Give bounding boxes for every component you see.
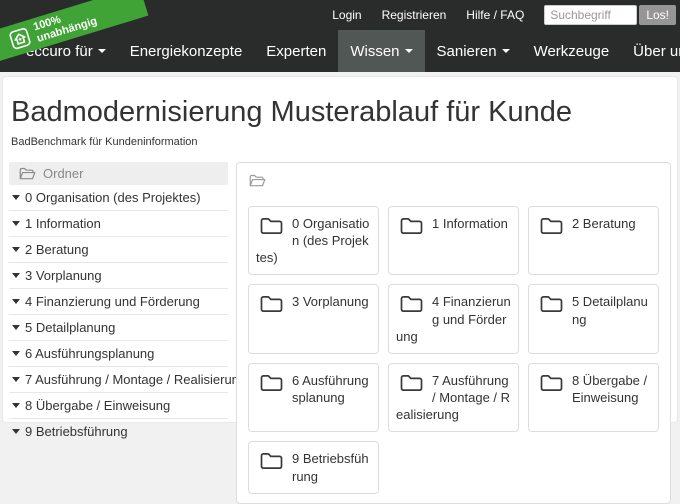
sidebar-header-label: Ordner bbox=[43, 166, 83, 181]
folder-tree-item[interactable]: 3 Vorplanung bbox=[9, 263, 228, 289]
caret-down-icon bbox=[12, 377, 20, 382]
main-navigation: eccuro für Energiekonzepte Experten Wiss… bbox=[0, 30, 680, 72]
search-submit-button[interactable]: Los! bbox=[639, 5, 676, 25]
nav-item-ueber-uns[interactable]: Über uns bbox=[621, 30, 680, 72]
search-input[interactable] bbox=[544, 5, 637, 25]
folder-tree-item[interactable]: 5 Detailplanung bbox=[9, 315, 228, 341]
folder-tiles: 0 Organisation (des Projektes) 1 Informa… bbox=[248, 206, 659, 494]
nav-label: Über uns bbox=[633, 43, 680, 60]
page-subtitle: BadBenchmark für Kundeninformation bbox=[11, 136, 671, 148]
folder-tree-item-label: 7 Ausführung / Montage / Realisierung bbox=[25, 372, 246, 387]
folder-tile-label: 8 Übergabe / Einweisung bbox=[572, 373, 647, 405]
content-area: Ordner 0 Organisation (des Projektes) 1 … bbox=[9, 162, 671, 504]
folder-tree-item[interactable]: 2 Beratung bbox=[9, 237, 228, 263]
nav-item-experten[interactable]: Experten bbox=[254, 30, 338, 72]
folder-tree-item-label: 8 Übergabe / Einweisung bbox=[25, 398, 170, 413]
folder-tile-label: 9 Betriebsführung bbox=[292, 451, 369, 483]
header: Login Registrieren Hilfe / FAQ Los! eccu… bbox=[0, 0, 680, 72]
folder-tile[interactable]: 2 Beratung bbox=[528, 206, 659, 275]
nav-item-werkzeuge[interactable]: Werkzeuge bbox=[522, 30, 622, 72]
nav-item-wissen[interactable]: Wissen bbox=[338, 30, 424, 72]
folder-tile[interactable]: 8 Übergabe / Einweisung bbox=[528, 363, 659, 432]
folder-tile-label: 1 Information bbox=[432, 216, 508, 231]
folder-tile[interactable]: 7 Ausführung / Montage / Realisierung bbox=[388, 363, 519, 432]
folder-tree-item[interactable]: 9 Betriebsführung bbox=[9, 419, 228, 444]
nav-label: Experten bbox=[266, 43, 326, 60]
folder-tree-item-label: 4 Finanzierung und Förderung bbox=[25, 294, 200, 309]
folder-tile[interactable]: 9 Betriebsführung bbox=[248, 441, 379, 493]
caret-down-icon bbox=[12, 247, 20, 252]
folder-tree-item-label: 3 Vorplanung bbox=[25, 268, 102, 283]
nav-label: Werkzeuge bbox=[534, 43, 610, 60]
folder-tree-item[interactable]: 4 Finanzierung und Förderung bbox=[9, 289, 228, 315]
folder-icon bbox=[539, 216, 564, 236]
folder-icon bbox=[259, 294, 284, 314]
page-card: Badmodernisierung Musterablauf für Kunde… bbox=[2, 76, 678, 423]
folder-icon bbox=[539, 294, 564, 314]
caret-down-icon bbox=[12, 273, 20, 278]
folder-icon bbox=[399, 373, 424, 393]
help-faq-link[interactable]: Hilfe / FAQ bbox=[466, 8, 524, 22]
login-link[interactable]: Login bbox=[332, 8, 361, 22]
page-title: Badmodernisierung Musterablauf für Kunde bbox=[11, 96, 671, 129]
folder-tree-item[interactable]: 8 Übergabe / Einweisung bbox=[9, 393, 228, 419]
caret-down-icon bbox=[12, 325, 20, 330]
caret-down-icon bbox=[12, 221, 20, 226]
folder-tree-item-label: 1 Information bbox=[25, 216, 101, 231]
nav-item-energiekonzepte[interactable]: Energiekonzepte bbox=[118, 30, 255, 72]
folder-tile-label: 5 Detailplanung bbox=[572, 294, 648, 326]
folder-icon bbox=[259, 451, 284, 471]
folder-tree-item-label: 0 Organisation (des Projektes) bbox=[25, 190, 201, 205]
folder-tile[interactable]: 3 Vorplanung bbox=[248, 284, 379, 353]
folder-tree-item[interactable]: 0 Organisation (des Projektes) bbox=[9, 185, 228, 211]
folder-tree: 0 Organisation (des Projektes) 1 Informa… bbox=[9, 185, 228, 444]
nav-label: Sanieren bbox=[437, 43, 497, 60]
folder-tree-item-label: 9 Betriebsführung bbox=[25, 424, 128, 439]
search-box: Los! bbox=[544, 5, 676, 25]
folder-icon bbox=[259, 373, 284, 393]
folder-tree-item[interactable]: 1 Information bbox=[9, 211, 228, 237]
folder-tile[interactable]: 4 Finanzierung und Förderung bbox=[388, 284, 519, 353]
caret-down-icon bbox=[12, 299, 20, 304]
folder-icon bbox=[399, 294, 424, 314]
caret-down-icon bbox=[12, 403, 20, 408]
chevron-down-icon bbox=[98, 49, 106, 53]
caret-down-icon bbox=[12, 351, 20, 356]
open-folder-icon bbox=[19, 167, 36, 181]
folder-tile-label: 3 Vorplanung bbox=[292, 294, 369, 309]
chevron-down-icon bbox=[405, 49, 413, 53]
folder-sidebar: Ordner 0 Organisation (des Projektes) 1 … bbox=[9, 162, 228, 444]
open-folder-icon bbox=[249, 174, 266, 188]
folder-icon bbox=[399, 216, 424, 236]
folder-tile[interactable]: 1 Information bbox=[388, 206, 519, 275]
folder-tile[interactable]: 0 Organisation (des Projektes) bbox=[248, 206, 379, 275]
folder-tile[interactable]: 6 Ausführungsplanung bbox=[248, 363, 379, 432]
folder-tile[interactable]: 5 Detailplanung bbox=[528, 284, 659, 353]
caret-down-icon bbox=[12, 195, 20, 200]
folder-tree-item-label: 2 Beratung bbox=[25, 242, 89, 257]
nav-label: Wissen bbox=[350, 43, 399, 60]
register-link[interactable]: Registrieren bbox=[382, 8, 447, 22]
house-star-icon bbox=[8, 27, 32, 51]
folder-icon bbox=[259, 216, 284, 236]
sidebar-header: Ordner bbox=[9, 162, 228, 185]
folder-icon bbox=[539, 373, 564, 393]
folder-tile-label: 6 Ausführungsplanung bbox=[292, 373, 369, 405]
folder-browser-panel: 0 Organisation (des Projektes) 1 Informa… bbox=[236, 162, 671, 504]
nav-label: Energiekonzepte bbox=[130, 43, 243, 60]
caret-down-icon bbox=[12, 429, 20, 434]
chevron-down-icon bbox=[502, 49, 510, 53]
folder-tree-item-label: 5 Detailplanung bbox=[25, 320, 115, 335]
folder-tree-item-label: 6 Ausführungsplanung bbox=[25, 346, 154, 361]
folder-tile-label: 2 Beratung bbox=[572, 216, 636, 231]
folder-tree-item[interactable]: 6 Ausführungsplanung bbox=[9, 341, 228, 367]
nav-item-sanieren[interactable]: Sanieren bbox=[425, 30, 522, 72]
folder-tree-item[interactable]: 7 Ausführung / Montage / Realisierung bbox=[9, 367, 228, 393]
breadcrumb[interactable] bbox=[249, 174, 659, 193]
